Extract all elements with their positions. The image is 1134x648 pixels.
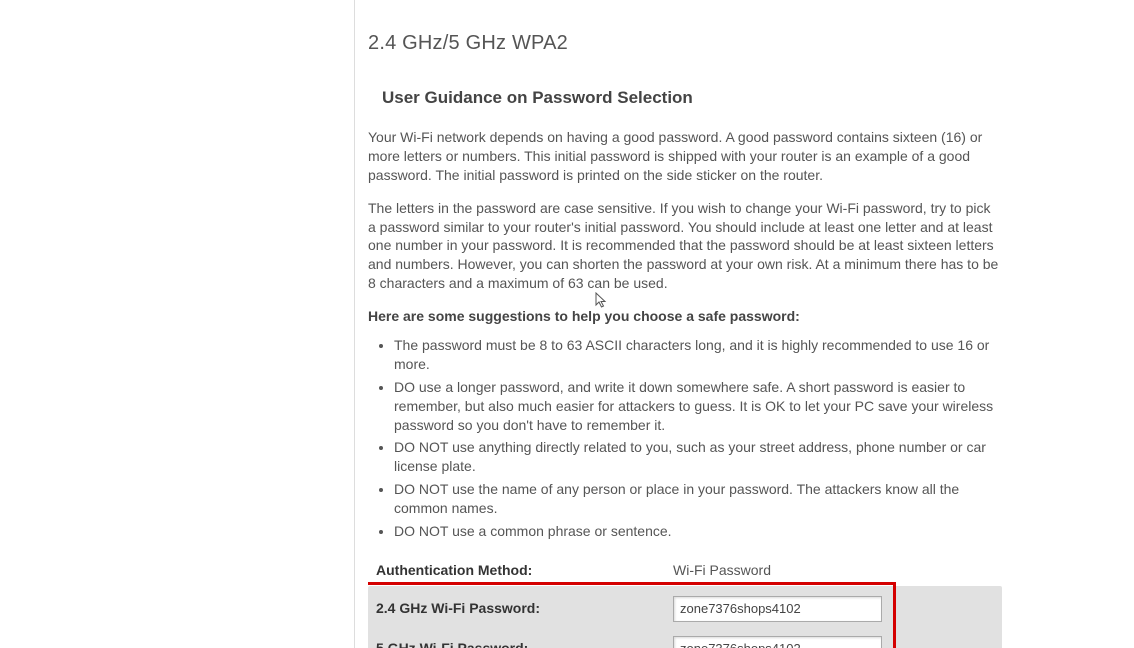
suggestion-item: The password must be 8 to 63 ASCII chara…: [394, 336, 1002, 374]
password-row-5ghz: 5 GHz Wi-Fi Password:: [368, 626, 1002, 648]
auth-method-value: Wi-Fi Password: [673, 561, 771, 580]
suggestion-item: DO NOT use anything directly related to …: [394, 438, 1002, 476]
password-24ghz-label: 2.4 GHz Wi-Fi Password:: [376, 599, 673, 618]
vertical-divider: [354, 0, 355, 648]
password-5ghz-input[interactable]: [673, 636, 882, 648]
suggestion-item: DO use a longer password, and write it d…: [394, 378, 1002, 435]
auth-method-label: Authentication Method:: [376, 561, 673, 580]
auth-method-row: Authentication Method: Wi-Fi Password: [376, 561, 1002, 580]
suggestion-item: DO NOT use a common phrase or sentence.: [394, 522, 1002, 541]
guidance-paragraph-2: The letters in the password are case sen…: [368, 199, 1002, 293]
suggestions-list: The password must be 8 to 63 ASCII chara…: [368, 336, 1002, 541]
suggestions-lead: Here are some suggestions to help you ch…: [368, 307, 1002, 326]
password-5ghz-label: 5 GHz Wi-Fi Password:: [376, 639, 673, 648]
password-24ghz-input[interactable]: [673, 596, 882, 622]
password-row-24ghz: 2.4 GHz Wi-Fi Password:: [368, 586, 1002, 626]
suggestion-item: DO NOT use the name of any person or pla…: [394, 480, 1002, 518]
password-panel: 2.4 GHz Wi-Fi Password: 5 GHz Wi-Fi Pass…: [368, 586, 1002, 648]
page-title: 2.4 GHz/5 GHz WPA2: [368, 30, 1002, 57]
router-admin-page: 2.4 GHz/5 GHz WPA2 User Guidance on Pass…: [0, 0, 1134, 648]
guidance-heading: User Guidance on Password Selection: [382, 87, 1002, 110]
guidance-paragraph-1: Your Wi-Fi network depends on having a g…: [368, 128, 1002, 185]
content-area: 2.4 GHz/5 GHz WPA2 User Guidance on Pass…: [368, 30, 1002, 648]
